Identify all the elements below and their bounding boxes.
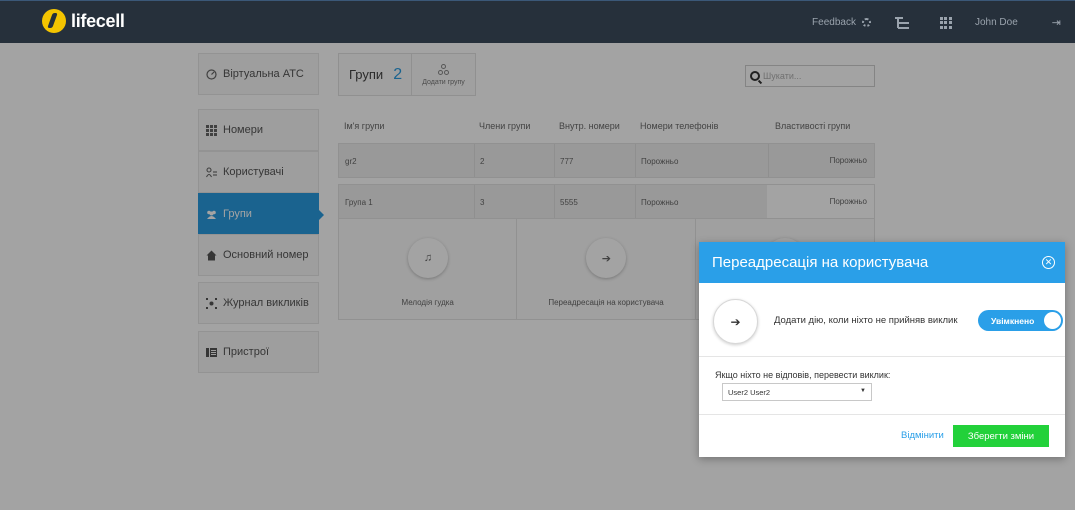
close-icon[interactable]: ✕ [1042,256,1055,269]
org-structure-icon[interactable] [894,16,909,29]
brand-name: lifecell [71,10,125,31]
enabled-toggle[interactable]: Увімкнено [978,310,1063,331]
chevron-down-icon: ▼ [860,388,866,394]
toggle-knob [1044,312,1061,329]
lifecell-logo-icon [42,9,66,33]
feedback-label: Feedback [812,17,856,28]
dialog-action-row: ➔ Додати дію, коли ніхто не прийняв викл… [699,283,1065,357]
dialog-footer: Відмінити Зберегти зміни [699,415,1065,457]
selected-user: User2 User2 [728,387,771,397]
redirect-label: Якщо ніхто не відповів, перевести виклик… [715,370,891,380]
dialog-header: Переадресація на користувача ✕ [699,242,1065,283]
cancel-button[interactable]: Відмінити [901,430,944,441]
forward-to-user-dialog: Переадресація на користувача ✕ ➔ Додати … [699,242,1065,457]
dialog-title: Переадресація на користувача [712,254,929,271]
apps-grid-icon[interactable] [939,16,952,29]
logout-icon[interactable]: ⇥ [1052,16,1061,29]
save-button[interactable]: Зберегти зміни [953,425,1049,447]
top-navigation-bar: lifecell Feedback John Doe ⇥ [0,0,1075,43]
user-select[interactable]: User2 User2 ▼ [722,383,872,401]
gear-icon [861,18,871,27]
dialog-redirect-row: Якщо ніхто не відповів, перевести виклик… [699,357,1065,415]
action-description: Додати дію, коли ніхто не прийняв виклик [774,315,958,326]
toggle-label: Увімкнено [991,315,1035,326]
arrow-right-icon: ➔ [713,299,758,344]
lifecell-logo[interactable]: lifecell [42,9,125,33]
user-name[interactable]: John Doe [975,17,1018,28]
feedback-button[interactable]: Feedback [812,17,871,28]
top-right-menu: Feedback John Doe ⇥ [812,1,1075,44]
